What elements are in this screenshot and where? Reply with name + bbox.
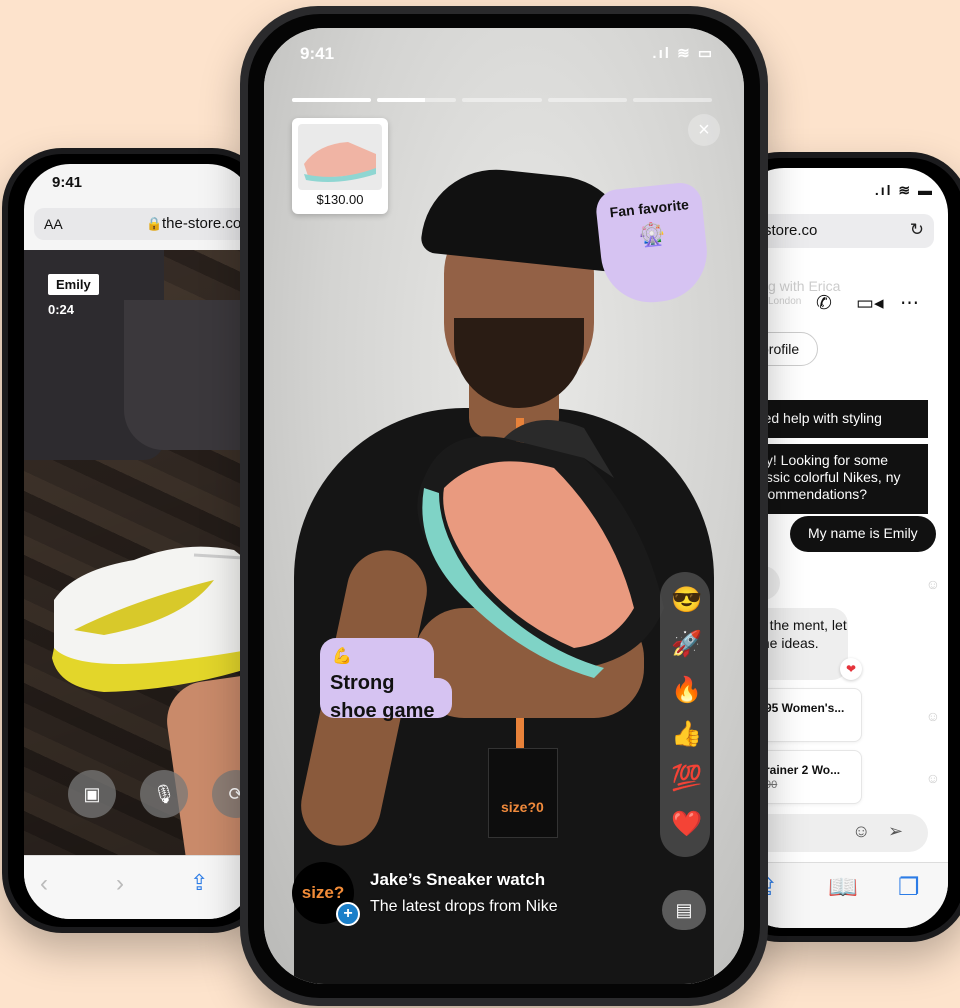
camera-off-button[interactable]: ▣ <box>68 770 116 818</box>
url-text: the-store.co <box>162 215 242 232</box>
story-screen: size?0 9:41 .ıl ≋ ▭ × $130.00 Fan favori… <box>264 28 744 984</box>
browser-toolbar: ‹ › ⇪ <box>24 855 254 919</box>
heart-reaction-icon: ❤ <box>840 658 862 680</box>
chat-message: My name is Emily <box>790 516 936 552</box>
tabs-icon[interactable]: ❐ <box>898 873 920 902</box>
reactions-bar: 😎 🚀 🔥 👍 💯 ❤️ <box>660 572 710 857</box>
reaction-sunglasses-emoji[interactable]: 😎 <box>671 586 702 614</box>
caller-name-badge: Emily <box>48 274 99 295</box>
reaction-thumbs-up-emoji[interactable]: 👍 <box>671 720 702 748</box>
reaction-fire-emoji[interactable]: 🔥 <box>671 676 702 704</box>
bookmarks-icon[interactable]: 📖 <box>828 873 858 902</box>
share-icon[interactable]: ⇪ <box>190 870 208 896</box>
tag-logo: size?0 <box>501 799 544 815</box>
right-phone-screen: .ıl ≋ ▬ store.co ↻ g with Erica London ✆… <box>738 168 948 928</box>
status-icons: .ıl ≋ ▬ <box>874 182 934 198</box>
strong-shoe-game-sticker: 💪 Strong shoe game <box>320 638 452 738</box>
more-icon[interactable]: ⋯ <box>900 292 919 315</box>
white-sneaker-image <box>52 546 254 692</box>
story-progress-segment <box>547 98 627 102</box>
camera-off-icon: ▣ <box>83 783 101 804</box>
story-progress-segment <box>462 98 542 102</box>
video-call-icon[interactable]: ▭◂ <box>856 292 884 315</box>
address-bar[interactable]: AA 🔒 the-store.co <box>34 208 254 240</box>
url-text: store.co <box>764 222 818 239</box>
chat-icon: ▤ <box>675 900 693 920</box>
emoji-icon[interactable]: ☺ <box>852 821 870 842</box>
video-call-feed: Emily 0:24 ▣ 🎙 ⟳ <box>24 250 254 866</box>
story-progress-fill <box>377 98 425 102</box>
product-tag[interactable]: $130.00 <box>292 118 388 214</box>
center-phone: size?0 9:41 .ıl ≋ ▭ × $130.00 Fan favori… <box>240 6 768 1006</box>
mute-button[interactable]: 🎙 <box>140 770 188 818</box>
mic-off-icon: 🎙 <box>152 783 176 804</box>
add-reaction-icon[interactable]: ☺ <box>926 770 940 786</box>
status-time: 9:41 <box>52 174 83 191</box>
left-phone-screen: 9:41 AA 🔒 the-store.co Emily 0:24 ▣ 🎙 ⟳ … <box>24 164 254 919</box>
product-name: 95 Women's... <box>765 701 845 715</box>
sneaker-thumbnail-image <box>304 142 376 182</box>
ferris-wheel-icon: 🎡 <box>637 220 667 249</box>
story-progress-segment <box>377 98 457 102</box>
forward-icon[interactable]: › <box>116 870 124 898</box>
sofa-cushion-shape <box>124 300 254 450</box>
story-progress-segment <box>292 98 372 102</box>
add-reaction-icon[interactable]: ☺ <box>926 576 940 592</box>
product-name: rainer 2 Wo... <box>765 763 841 777</box>
add-reaction-icon[interactable]: ☺ <box>926 708 940 724</box>
product-thumbnail <box>298 124 382 190</box>
close-icon: × <box>698 119 710 141</box>
send-icon[interactable]: ➢ <box>888 821 903 842</box>
lock-icon: 🔒 <box>146 216 163 231</box>
reaction-hundred-emoji[interactable]: 💯 <box>671 764 702 792</box>
story-title: Jake’s Sneaker watch <box>370 870 546 889</box>
product-old-price: 90 <box>765 779 778 791</box>
phone-call-icon[interactable]: ✆ <box>816 292 832 315</box>
reaction-rocket-emoji[interactable]: 🚀 <box>671 630 702 658</box>
sticker-emoji: 💪 <box>332 648 352 665</box>
left-phone: 9:41 AA 🔒 the-store.co Emily 0:24 ▣ 🎙 ⟳ … <box>2 148 272 933</box>
status-time: 9:41 <box>300 44 335 63</box>
lanyard-tag: size?0 <box>488 748 558 838</box>
story-progress-bar <box>292 98 713 102</box>
story-progress-fill <box>292 98 372 102</box>
story-progress-segment <box>632 98 713 102</box>
call-duration: 0:24 <box>48 302 75 317</box>
reload-icon[interactable]: ↻ <box>910 220 924 240</box>
product-price: $130.00 <box>316 192 364 207</box>
story-subtitle: The latest drops from Nike <box>370 898 558 915</box>
follow-button[interactable]: + <box>336 902 360 926</box>
browser-toolbar: ⇪ 📖 ❐ <box>738 862 948 928</box>
reaction-heart-emoji[interactable]: ❤️ <box>671 810 702 838</box>
plus-icon: + <box>343 905 353 922</box>
text-size-button[interactable]: AA <box>44 216 63 232</box>
sticker-line-2: shoe game <box>330 700 435 722</box>
chat-button[interactable]: ▤ <box>662 890 706 930</box>
close-button[interactable]: × <box>688 114 720 146</box>
status-icons: .ıl ≋ ▭ <box>652 45 714 62</box>
back-icon[interactable]: ‹ <box>40 870 48 898</box>
chat-header-location: London <box>768 296 802 307</box>
sticker-line-1: Strong <box>330 672 395 694</box>
